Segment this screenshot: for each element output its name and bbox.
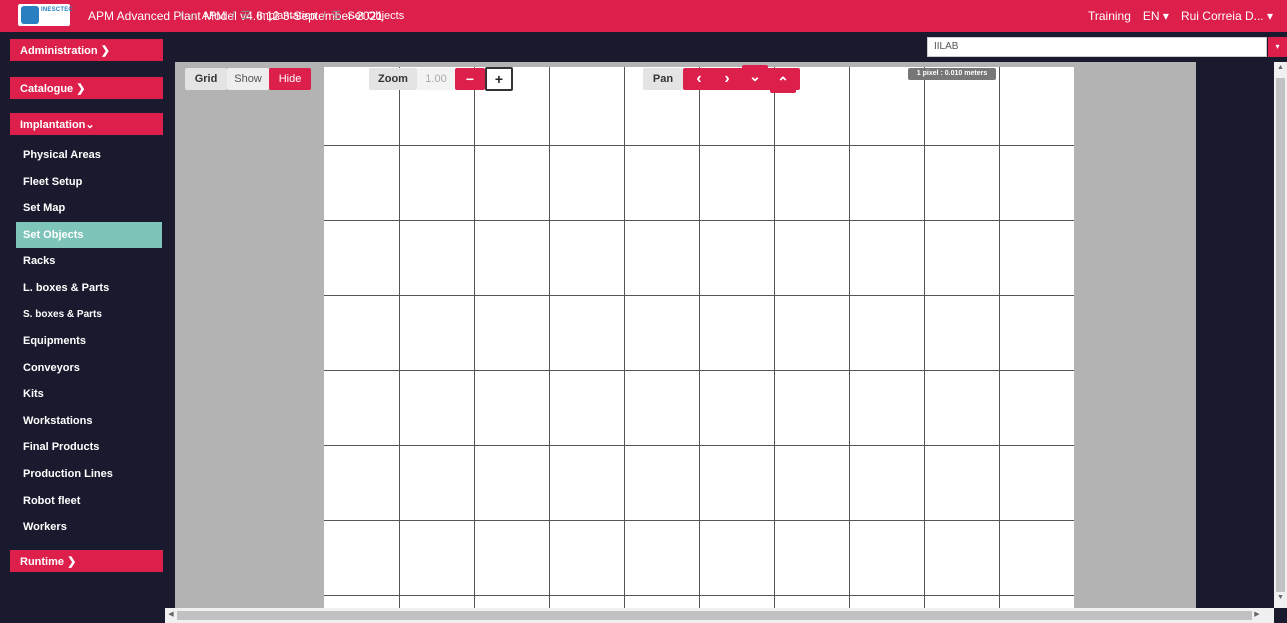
breadcrumb-separator: / xyxy=(322,9,326,22)
breadcrumb-separator: / xyxy=(231,9,235,22)
grid-line xyxy=(774,67,775,608)
sidebar-administration-label: Administration xyxy=(20,45,98,57)
chevron-right-icon: ❯ xyxy=(100,45,110,57)
sidebar-item-workstations[interactable]: Workstations xyxy=(16,408,162,434)
sidebar-item-final-products[interactable]: Final Products xyxy=(16,434,162,460)
sidebar-catalogue-label: Catalogue xyxy=(20,83,74,95)
menu-lines-icon: ☰ xyxy=(331,10,342,22)
sidebar-item-physical-areas[interactable]: Physical Areas xyxy=(16,142,162,168)
grid-line xyxy=(324,445,1074,446)
horizontal-scrollbar[interactable]: ◀ ▶ xyxy=(165,608,1274,623)
map-canvas-area[interactable] xyxy=(175,62,1196,608)
home-icon: ⌂ xyxy=(189,9,196,22)
sidebar-item-kits[interactable]: Kits xyxy=(16,381,162,407)
chevron-right-icon: ❯ xyxy=(76,83,86,95)
scroll-down-icon[interactable]: ▼ xyxy=(1276,594,1285,606)
breadcrumb-separator: / xyxy=(180,9,184,22)
grid-line xyxy=(324,595,1074,596)
user-dropdown[interactable]: Rui Correia D... ▾ xyxy=(1181,9,1273,23)
grid-line xyxy=(324,145,1074,146)
logo-mark-icon xyxy=(21,6,39,24)
scroll-left-icon[interactable]: ◀ xyxy=(166,610,176,621)
grid-line xyxy=(999,67,1000,608)
sidebar-item-workers[interactable]: Workers xyxy=(16,514,162,540)
zoom-value: 1.00 xyxy=(417,68,455,90)
language-label: EN xyxy=(1142,9,1160,23)
right-panel xyxy=(1196,62,1274,608)
map-grid[interactable] xyxy=(324,67,1074,608)
breadcrumb-apm[interactable]: APM xyxy=(202,10,226,22)
chevron-down-icon: ▾ xyxy=(1263,9,1273,23)
pan-down-button[interactable]: ⌄ xyxy=(742,65,768,87)
sidebar-item-l-boxes[interactable]: L. boxes & Parts xyxy=(16,275,162,301)
sidebar-runtime-label: Runtime xyxy=(20,556,64,568)
sidebar-item-set-map[interactable]: Set Map xyxy=(16,195,162,221)
chevron-right-icon: ❯ xyxy=(67,556,77,568)
chevron-down-icon[interactable]: ▾ xyxy=(1268,37,1287,57)
pan-left-button[interactable]: ‹ xyxy=(686,68,712,90)
grid-line xyxy=(699,67,700,608)
grid-line xyxy=(924,67,925,608)
vertical-scroll-thumb[interactable] xyxy=(1276,78,1285,592)
grid-line xyxy=(849,67,850,608)
grid-line xyxy=(324,295,1074,296)
sidebar-implantation[interactable]: Implantation⌄ xyxy=(10,113,163,135)
pan-right-button[interactable]: › xyxy=(714,68,740,90)
grid-line xyxy=(399,67,400,608)
grid-line xyxy=(324,220,1074,221)
sidebar-runtime[interactable]: Runtime ❯ xyxy=(10,550,163,572)
sidebar-item-set-objects[interactable]: Set Objects xyxy=(16,222,162,248)
user-name: Rui Correia D... xyxy=(1180,9,1264,23)
breadcrumb-implantation[interactable]: Implantation xyxy=(257,10,317,22)
sidebar-item-fleet-setup[interactable]: Fleet Setup xyxy=(16,169,162,195)
zoom-in-button[interactable]: + xyxy=(485,67,513,91)
sidebar-item-production-lines[interactable]: Production Lines xyxy=(16,461,162,487)
zoom-label: Zoom xyxy=(369,68,417,90)
vertical-scrollbar[interactable]: ▲ ▼ xyxy=(1274,62,1287,608)
pan-up-button[interactable]: ⌃ xyxy=(770,71,796,93)
grid-line xyxy=(474,67,475,608)
horizontal-scroll-thumb[interactable] xyxy=(177,611,1252,620)
mode-indicator[interactable]: Training xyxy=(1088,9,1131,23)
grid-line xyxy=(624,67,625,608)
sidebar-catalogue[interactable]: Catalogue ❯ xyxy=(10,77,163,99)
grid-line xyxy=(324,520,1074,521)
sidebar-item-conveyors[interactable]: Conveyors xyxy=(16,355,162,381)
grid-hide-button[interactable]: Hide xyxy=(269,68,311,90)
scroll-right-icon[interactable]: ▶ xyxy=(1252,610,1262,621)
menu-lines-icon: ☰ xyxy=(240,10,251,22)
chevron-down-icon: ⌄ xyxy=(85,119,95,131)
sidebar-administration[interactable]: Administration ❯ xyxy=(10,39,163,61)
site-select[interactable]: IILAB xyxy=(927,37,1267,57)
breadcrumb: / ⌂ APM / ☰ Implantation / ☰ Set Objects xyxy=(180,9,405,23)
chevron-down-icon: ▾ xyxy=(1159,9,1169,23)
scale-badge: 1 pixel : 0.010 meters xyxy=(908,68,996,80)
zoom-out-button[interactable]: − xyxy=(455,68,485,90)
grid-line xyxy=(549,67,550,608)
grid-show-button[interactable]: Show xyxy=(227,68,269,90)
logo-text: INESCTEC xyxy=(41,7,73,13)
sidebar-item-equipments[interactable]: Equipments xyxy=(16,328,162,354)
sidebar-item-racks[interactable]: Racks xyxy=(16,248,162,274)
scroll-up-icon[interactable]: ▲ xyxy=(1276,64,1285,76)
pan-label: Pan xyxy=(643,68,683,90)
sidebar-implantation-label: Implantation xyxy=(20,119,86,131)
grid-label: Grid xyxy=(185,68,227,90)
grid-line xyxy=(324,370,1074,371)
sidebar-item-robot-fleet[interactable]: Robot fleet xyxy=(16,488,162,514)
user-menu: Training EN ▾ Rui Correia D... ▾ xyxy=(1088,9,1273,23)
language-dropdown[interactable]: EN ▾ xyxy=(1143,9,1169,23)
breadcrumb-set-objects: Set Objects xyxy=(347,9,405,22)
inesctec-logo[interactable]: INESCTEC xyxy=(18,4,73,26)
sidebar-item-s-boxes[interactable]: S. boxes & Parts xyxy=(16,302,162,328)
